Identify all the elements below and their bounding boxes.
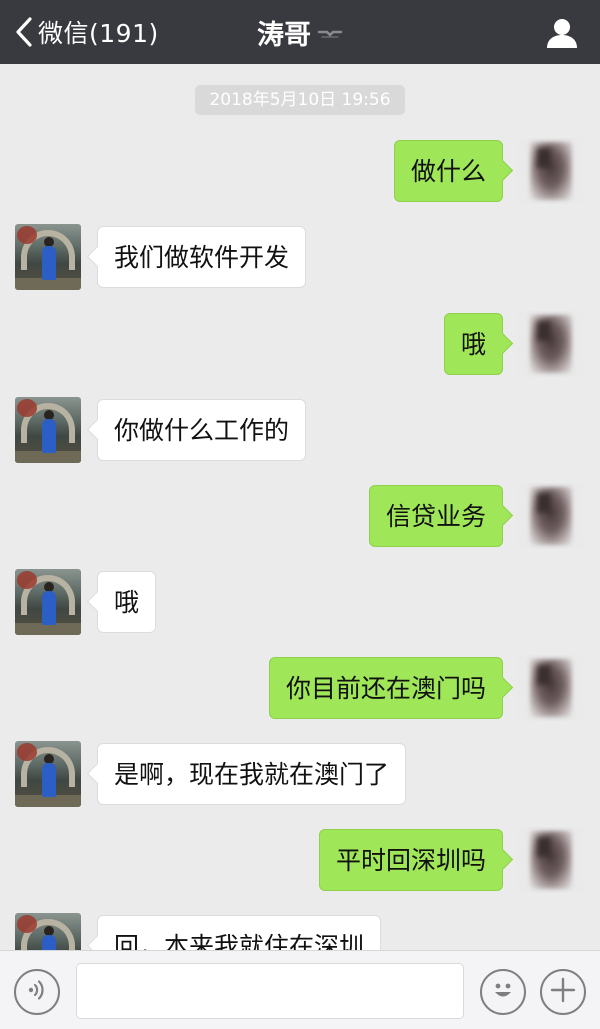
input-bar — [0, 950, 600, 1029]
friend-avatar[interactable] — [15, 741, 81, 807]
back-button[interactable]: 微信(191) — [14, 12, 159, 52]
plus-icon — [549, 976, 577, 1008]
emoji-icon — [488, 975, 518, 1009]
self-message-bubble[interactable]: 做什么 — [393, 140, 503, 202]
self-avatar[interactable] — [517, 827, 583, 893]
message-list[interactable]: 2018年5月10日 19:56 做什么 我们做软件开发 哦 你做什么工作的 信… — [0, 64, 600, 950]
friend-avatar[interactable] — [15, 397, 81, 463]
friend-message-bubble[interactable]: 回，本来我就住在深圳 — [97, 915, 382, 950]
self-message-bubble[interactable]: 信贷业务 — [368, 485, 503, 547]
mute-icon — [317, 25, 343, 44]
message-row: 你做什么工作的 — [0, 397, 600, 467]
self-avatar[interactable] — [517, 311, 583, 377]
friend-avatar[interactable] — [15, 569, 81, 635]
message-row: 哦 — [0, 311, 600, 381]
message-row: 回，本来我就住在深圳 — [0, 913, 600, 950]
message-row: 信贷业务 — [0, 483, 600, 553]
back-label: 微信(191) — [38, 19, 159, 48]
friend-avatar[interactable] — [15, 224, 81, 290]
self-avatar[interactable] — [517, 483, 583, 549]
friend-message-bubble[interactable]: 哦 — [97, 571, 157, 633]
message-input[interactable] — [76, 963, 464, 1019]
voice-button[interactable] — [14, 969, 60, 1015]
message-row: 是啊，现在我就在澳门了 — [0, 741, 600, 811]
self-avatar[interactable] — [517, 655, 583, 721]
friend-message-bubble[interactable]: 你做什么工作的 — [97, 399, 307, 461]
voice-icon — [24, 977, 50, 1007]
person-icon — [544, 19, 580, 55]
chat-title: 涛哥 — [257, 19, 311, 51]
chevron-left-icon — [14, 16, 34, 48]
chat-header: 微信(191) 涛哥 — [0, 0, 600, 64]
message-row: 你目前还在澳门吗 — [0, 655, 600, 725]
message-row: 我们做软件开发 — [0, 224, 600, 294]
emoji-button[interactable] — [480, 969, 526, 1015]
friend-message-bubble[interactable]: 我们做软件开发 — [97, 226, 307, 288]
timestamp-badge: 2018年5月10日 19:56 — [195, 85, 405, 115]
message-row: 做什么 — [0, 138, 600, 208]
self-message-bubble[interactable]: 哦 — [443, 313, 503, 375]
friend-message-bubble[interactable]: 是啊，现在我就在澳门了 — [97, 743, 407, 805]
self-avatar[interactable] — [517, 138, 583, 204]
self-message-bubble[interactable]: 平时回深圳吗 — [318, 829, 503, 891]
message-row: 哦 — [0, 569, 600, 639]
self-message-bubble[interactable]: 你目前还在澳门吗 — [268, 657, 503, 719]
message-row: 平时回深圳吗 — [0, 827, 600, 897]
friend-avatar[interactable] — [15, 913, 81, 950]
more-button[interactable] — [540, 969, 586, 1015]
chat-info-button[interactable] — [544, 15, 580, 51]
